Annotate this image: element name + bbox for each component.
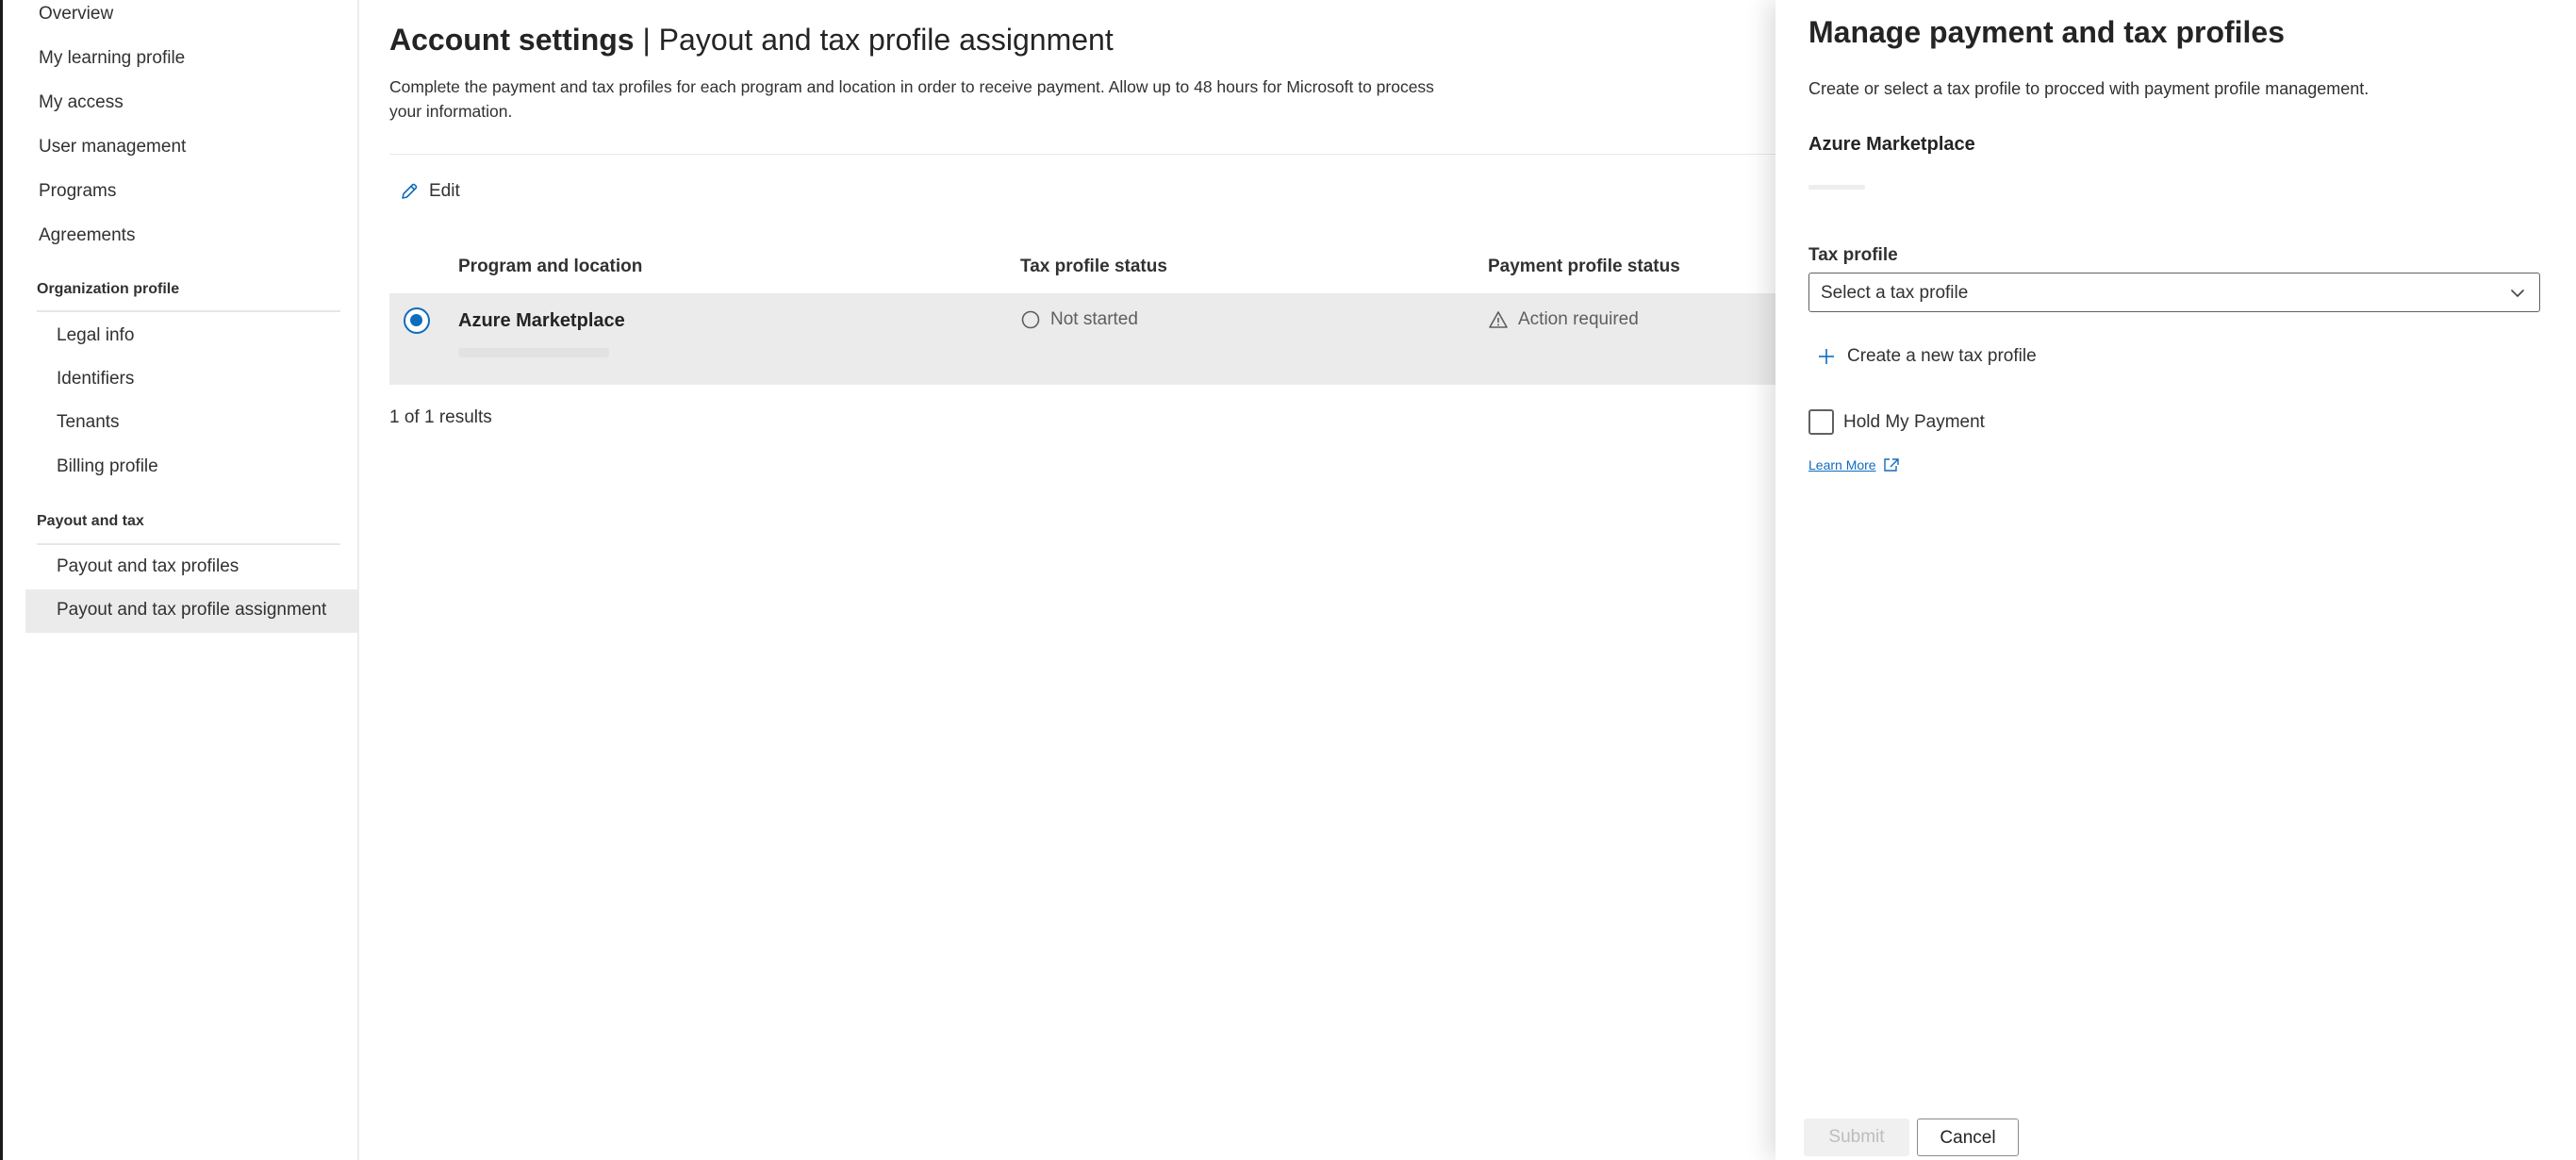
hold-payment-checkbox[interactable]: Hold My Payment — [1808, 409, 1985, 435]
chevron-down-icon — [2511, 290, 2524, 297]
column-header-program[interactable]: Program and location — [458, 257, 642, 277]
sidebar-item-user-management[interactable]: User management — [39, 137, 186, 157]
edit-label: Edit — [429, 181, 460, 201]
tax-profile-label: Tax profile — [1808, 245, 1898, 265]
sidebar-section-organization-profile: Organization profile — [37, 281, 180, 297]
sidebar-item-my-learning-profile[interactable]: My learning profile — [39, 48, 185, 69]
cell-program: Azure Marketplace — [458, 310, 625, 331]
cell-tax-status: Not started — [1020, 309, 1138, 330]
sidebar-section-payout-and-tax: Payout and tax — [37, 513, 144, 529]
learn-more-label: Learn More — [1808, 457, 1876, 472]
panel-title: Manage payment and tax profiles — [1808, 15, 2286, 49]
column-header-payment-status[interactable]: Payment profile status — [1488, 257, 1680, 277]
sidebar-item-programs[interactable]: Programs — [39, 181, 116, 202]
tax-profile-placeholder: Select a tax profile — [1821, 283, 1969, 303]
tax-status-text: Not started — [1050, 309, 1138, 329]
sidebar-item-agreements[interactable]: Agreements — [39, 225, 135, 246]
main-content: Account settings | Payout and tax profil… — [361, 0, 1804, 1160]
create-tax-profile-button[interactable]: Create a new tax profile — [1817, 346, 2037, 367]
circle-outline-icon — [1021, 310, 1040, 329]
sidebar-item-legal-info[interactable]: Legal info — [57, 325, 134, 346]
warning-icon — [1489, 311, 1508, 328]
sidebar-divider — [37, 543, 340, 545]
cancel-button[interactable]: Cancel — [1917, 1119, 2019, 1156]
plus-icon — [1819, 349, 1834, 364]
manage-profiles-panel: Manage payment and tax profiles Create o… — [1775, 0, 2576, 1160]
sidebar-item-billing-profile[interactable]: Billing profile — [57, 456, 158, 477]
page-title-subpage: Payout and tax profile assignment — [658, 23, 1114, 57]
learn-more-link[interactable]: Learn More — [1808, 456, 1901, 473]
page-title-bold: Account settings — [389, 23, 635, 57]
app-frame: Overview My learning profile My access U… — [0, 0, 2576, 1160]
checkbox-box[interactable] — [1808, 409, 1834, 435]
page-title-separator: | — [634, 23, 659, 57]
create-tax-profile-label: Create a new tax profile — [1847, 346, 2037, 366]
cell-payment-status: Action required — [1488, 309, 1639, 330]
pencil-icon — [402, 183, 418, 199]
cell-program-sub-placeholder — [458, 348, 609, 357]
results-count: 1 of 1 results — [389, 407, 492, 427]
column-header-tax-status[interactable]: Tax profile status — [1020, 257, 1167, 277]
sidebar-item-identifiers[interactable]: Identifiers — [57, 369, 134, 389]
row-radio-selected[interactable] — [404, 307, 430, 334]
hold-payment-label: Hold My Payment — [1843, 411, 1985, 432]
sidebar-item-tenants[interactable]: Tenants — [57, 412, 120, 433]
sidebar-item-label: Payout and tax profile assignment — [57, 600, 327, 620]
sidebar-item-payout-and-tax-profiles[interactable]: Payout and tax profiles — [57, 556, 239, 577]
sidebar-item-overview[interactable]: Overview — [39, 4, 113, 25]
panel-program-name: Azure Marketplace — [1808, 134, 1975, 155]
edit-button[interactable]: Edit — [399, 177, 460, 206]
submit-button[interactable]: Submit — [1804, 1119, 1909, 1156]
table-row[interactable]: Azure Marketplace Not started Action req… — [389, 293, 1804, 385]
panel-description: Create or select a tax profile to procce… — [1808, 79, 2370, 98]
tax-profile-select[interactable]: Select a tax profile — [1808, 273, 2540, 312]
sidebar: Overview My learning profile My access U… — [6, 0, 359, 1160]
page-title: Account settings | Payout and tax profil… — [389, 23, 1114, 58]
page-description: Complete the payment and tax profiles fo… — [389, 77, 1434, 121]
payment-status-text: Action required — [1518, 309, 1639, 329]
external-link-icon — [1883, 458, 1899, 472]
sidebar-divider — [37, 310, 340, 312]
panel-program-sub-placeholder — [1808, 185, 1865, 190]
sidebar-item-my-access[interactable]: My access — [39, 92, 124, 113]
header-divider — [389, 154, 1804, 155]
